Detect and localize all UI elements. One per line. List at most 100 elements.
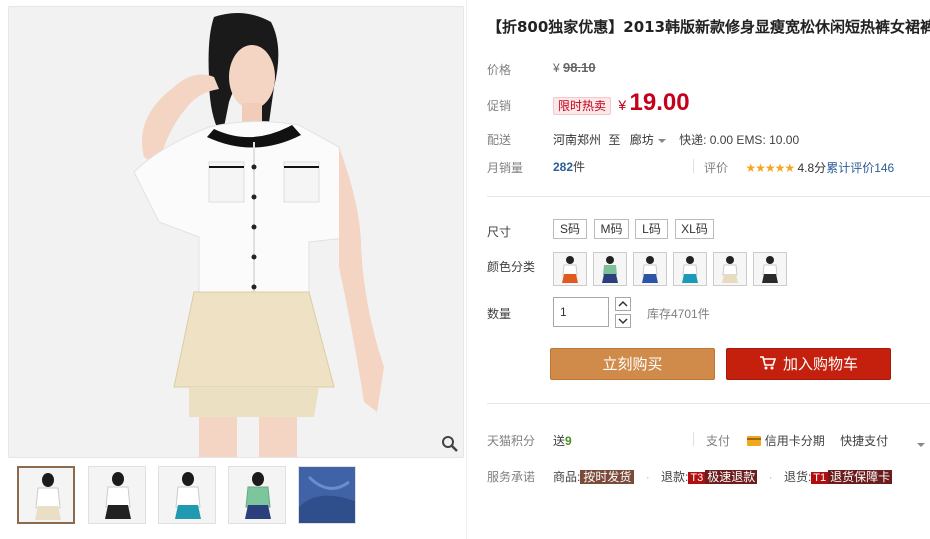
shipping-info: 河南郑州 至 廊坊 快递: 0.00 EMS: 10.00 <box>553 131 799 148</box>
sales-divider <box>693 159 694 173</box>
size-label: 尺寸 <box>487 225 512 239</box>
review-summary: 评价 ★★★★★ 4.8分累计评价146 <box>704 159 894 176</box>
points-label: 天猫积分 <box>487 434 536 448</box>
sales-count: 282 <box>553 160 574 174</box>
add-to-cart-button[interactable]: 加入购物车 <box>726 348 891 380</box>
thumbnail-1[interactable] <box>17 466 75 524</box>
promo-price-block: 限时热卖 ¥ 19.00 <box>553 89 690 117</box>
promo-price: 19.00 <box>629 89 690 116</box>
promo-label: 促销 <box>487 99 512 113</box>
service-promises: 商品: 按时发货 · 退款: T3 极速退款 · 退货: T1 退货保障卡 <box>553 468 893 485</box>
quick-pay-label: 快捷支付 <box>840 434 889 448</box>
color-swatch-black[interactable] <box>753 252 787 286</box>
refund-badge: T3 <box>688 472 706 484</box>
swatch-image <box>674 253 706 285</box>
ship-from: 河南郑州 <box>553 133 602 147</box>
payment-label: 支付 <box>706 434 731 448</box>
quantity-label: 数量 <box>487 307 512 321</box>
credit-card-icon <box>747 436 762 446</box>
review-label: 评价 <box>704 161 729 175</box>
thumbnail-5[interactable] <box>298 466 356 524</box>
points-value: 送9 <box>553 432 572 449</box>
product-title: 【折800独家优惠】2013韩版新款修身显瘦宽松休闲短热裤女裙裤 <box>487 18 930 36</box>
payment-expand[interactable] <box>913 437 925 451</box>
quantity-decrease[interactable] <box>615 314 631 328</box>
return-guarantee-tag[interactable]: 退货保障卡 <box>828 470 893 484</box>
sales-unit: 件 <box>573 160 586 174</box>
swatch-image <box>554 253 586 285</box>
return-badge: T1 <box>811 472 829 484</box>
swatch-image <box>594 253 626 285</box>
quantity-input[interactable] <box>553 297 609 327</box>
color-swatch-orange[interactable] <box>553 252 587 286</box>
color-swatch-blue[interactable] <box>633 252 667 286</box>
points-divider <box>693 432 694 446</box>
zoom-icon[interactable] <box>441 435 459 453</box>
buy-now-button[interactable]: 立刻购买 <box>550 348 715 380</box>
section-divider <box>487 196 930 197</box>
add-to-cart-label: 加入购物车 <box>782 355 858 373</box>
credit-installment-label: 信用卡分期 <box>764 434 825 448</box>
thumbnail-image <box>19 468 73 522</box>
shipping-fees: 快递: 0.00 EMS: 10.00 <box>679 133 800 147</box>
thumbnail-3[interactable] <box>158 466 216 524</box>
original-price: ¥ 98.10 <box>553 60 596 75</box>
currency-symbol: ¥ <box>553 61 560 75</box>
color-swatch-mint[interactable] <box>593 252 627 286</box>
main-product-image[interactable] <box>8 6 464 458</box>
points-number: 9 <box>565 434 572 448</box>
chevron-down-icon <box>657 138 666 143</box>
cart-icon <box>759 356 777 370</box>
chevron-up-icon <box>618 300 628 307</box>
total-reviews-label: 累计评价 <box>826 161 875 175</box>
chevron-down-icon <box>917 442 925 447</box>
points-prefix: 送 <box>553 434 566 448</box>
ship-destination-select[interactable]: 廊坊 <box>630 133 669 147</box>
color-swatch-beige[interactable] <box>713 252 747 286</box>
thumbnail-image <box>229 467 285 523</box>
thumbnail-image <box>89 467 145 523</box>
quantity-increase[interactable] <box>615 297 631 311</box>
fast-refund-tag[interactable]: 极速退款 <box>705 470 758 484</box>
on-time-delivery-tag[interactable]: 按时发货 <box>580 470 635 484</box>
column-divider <box>466 0 467 539</box>
thumbnail-4[interactable] <box>228 466 286 524</box>
promo-tag: 限时热卖 <box>553 97 612 115</box>
swatch-image <box>634 253 666 285</box>
return-prefix: 退货: <box>783 470 812 484</box>
size-option-m[interactable]: M码 <box>594 219 629 239</box>
quick-pay-link[interactable]: 快捷支付 <box>840 434 888 448</box>
rating-score: 4.8分 <box>797 161 827 175</box>
total-reviews-count: 146 <box>874 161 895 175</box>
color-swatch-teal[interactable] <box>673 252 707 286</box>
thumbnail-image <box>299 467 355 523</box>
ship-to-word: 至 <box>608 133 621 147</box>
swatch-image <box>754 253 786 285</box>
original-price-value: 98.10 <box>563 60 596 75</box>
payment-methods: 支付 信用卡分期 快捷支付 <box>706 432 888 449</box>
thumbnail-2[interactable] <box>88 466 146 524</box>
total-reviews-link[interactable]: 累计评价146 <box>826 161 894 175</box>
model-photo <box>9 7 463 457</box>
color-label: 颜色分类 <box>487 260 536 274</box>
monthly-sales-label: 月销量 <box>487 161 524 175</box>
promo-currency: ¥ <box>618 97 627 113</box>
size-option-s[interactable]: S码 <box>553 219 587 239</box>
swatch-image <box>714 253 746 285</box>
service-separator: · <box>768 470 773 484</box>
size-option-l[interactable]: L码 <box>635 219 668 239</box>
chevron-down-icon <box>618 318 628 325</box>
credit-installment-link[interactable]: 信用卡分期 <box>747 434 828 448</box>
size-option-xl[interactable]: XL码 <box>675 219 714 239</box>
stock-text: 库存4701件 <box>647 307 710 321</box>
service-separator: · <box>645 470 650 484</box>
section-divider-2 <box>487 403 930 404</box>
refund-prefix: 退款: <box>661 470 689 484</box>
shipping-label: 配送 <box>487 133 512 147</box>
price-label: 价格 <box>487 63 512 77</box>
service-label: 服务承诺 <box>487 470 536 484</box>
star-rating-icon: ★★★★★ <box>745 161 795 175</box>
monthly-sales: 282件 <box>553 158 585 175</box>
goods-prefix: 商品: <box>553 470 581 484</box>
thumbnail-image <box>159 467 215 523</box>
